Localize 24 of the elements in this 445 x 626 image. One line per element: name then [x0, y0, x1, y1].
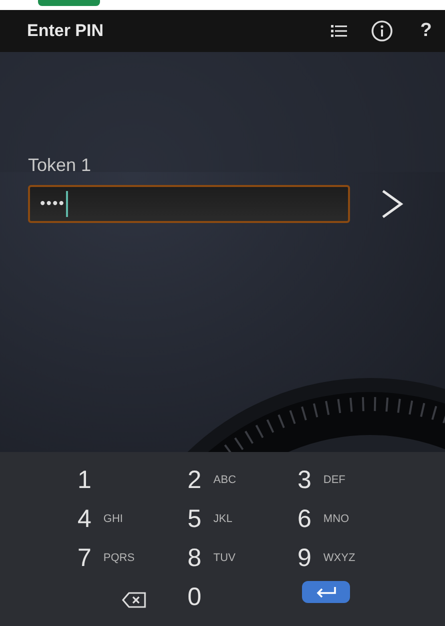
status-indicator — [38, 0, 100, 6]
digit-key[interactable]: 2 ABC — [188, 464, 236, 496]
next-button[interactable] — [380, 188, 404, 220]
digit-key[interactable]: 1 — [78, 464, 92, 496]
token-label: Token 1 — [28, 154, 92, 177]
screen-title: Enter PIN — [27, 20, 105, 42]
list-button[interactable] — [331, 24, 347, 38]
chevron-right-icon — [380, 188, 404, 220]
digit-key[interactable]: 6 MNO — [298, 503, 350, 535]
info-button[interactable] — [371, 20, 393, 42]
help-button[interactable]: ? — [417, 16, 435, 46]
digit-key[interactable]: 8 TUV — [188, 542, 236, 574]
list-icon — [331, 24, 347, 38]
backspace-icon — [120, 591, 146, 610]
digit-key[interactable]: 7 PQRS — [78, 542, 135, 574]
enter-key[interactable] — [302, 581, 350, 603]
digit-key[interactable]: 5 JKL — [188, 503, 232, 535]
info-icon — [371, 20, 393, 42]
digit-key[interactable]: 0 — [188, 581, 202, 613]
enter-icon — [314, 586, 336, 598]
digit-key[interactable]: 3 DEF — [298, 464, 346, 496]
digit-key[interactable]: 9 WXYZ — [298, 542, 356, 574]
digit-key[interactable]: 4 GHI — [78, 503, 123, 535]
pin-field[interactable]: •••• — [28, 185, 350, 223]
